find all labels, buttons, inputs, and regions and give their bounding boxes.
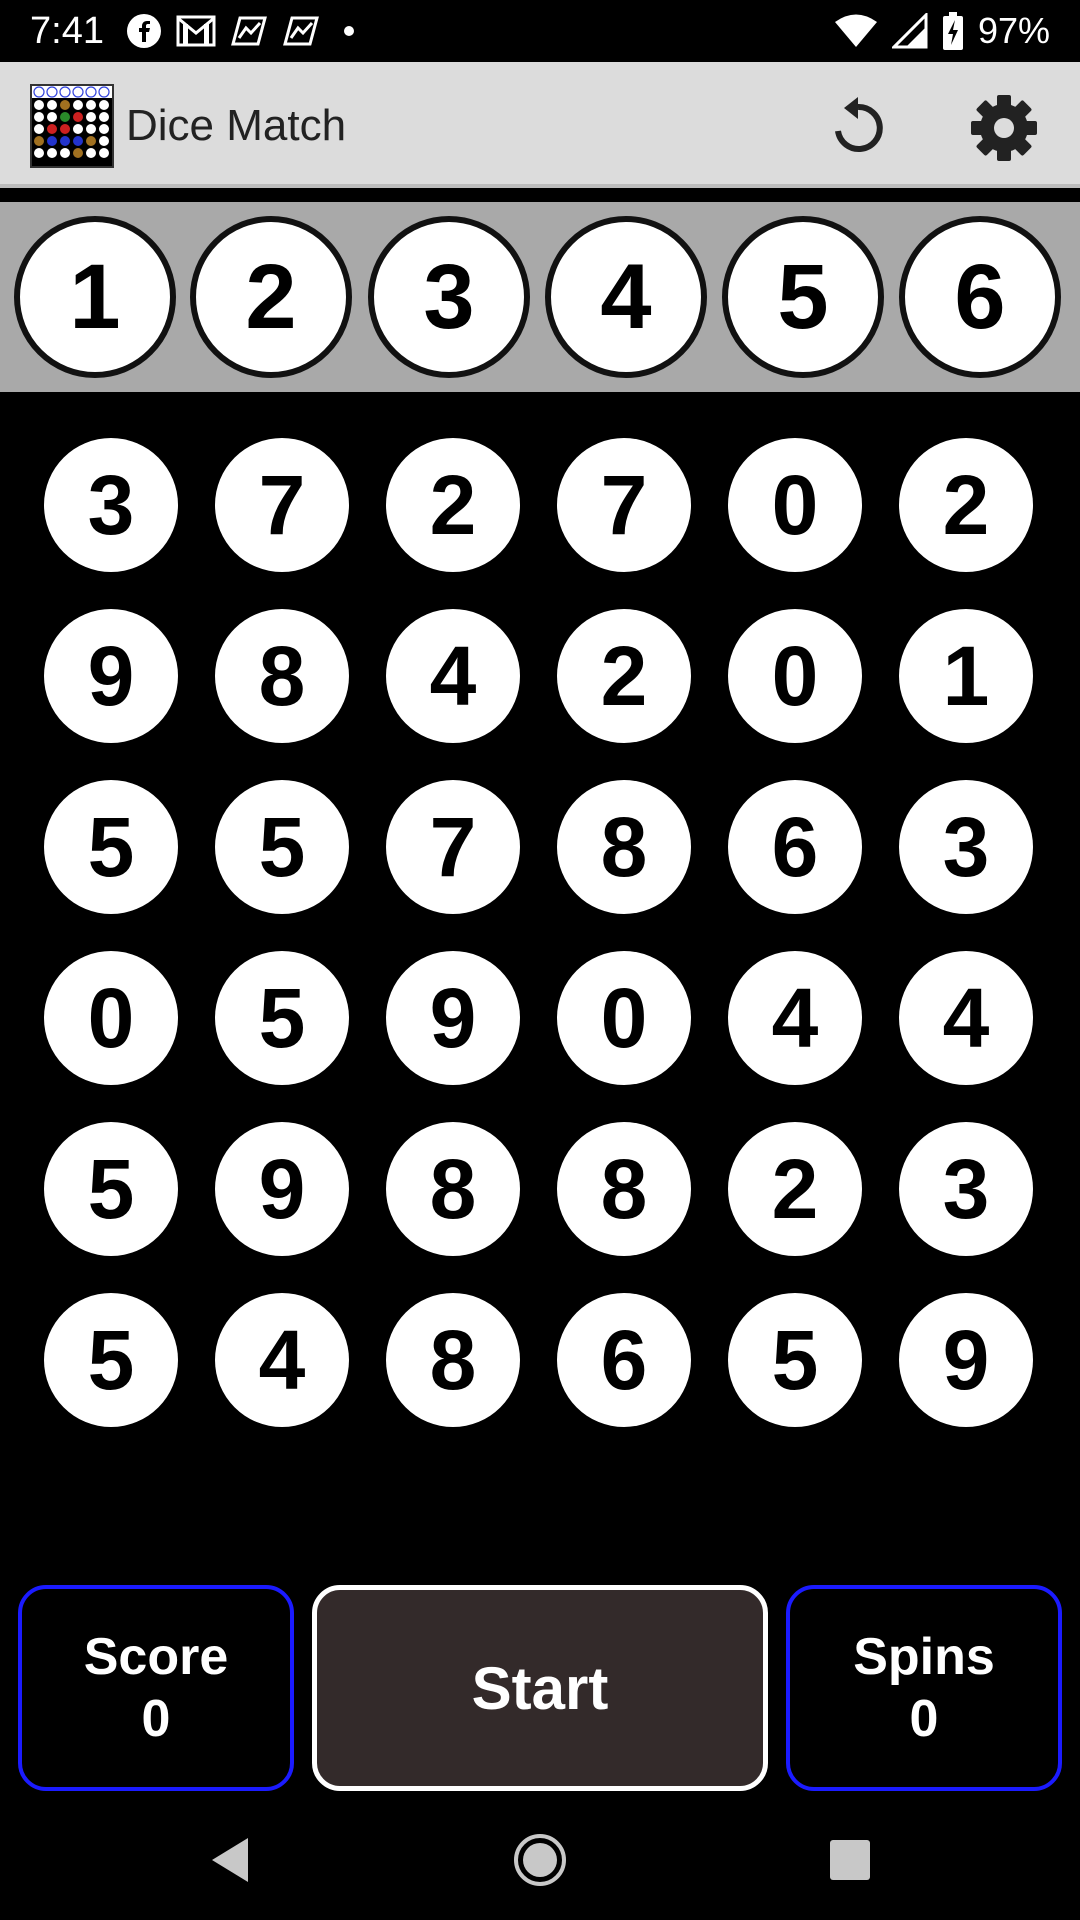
back-icon [212,1838,248,1882]
score-value: 0 [141,1690,171,1748]
trend-app-icon [283,16,319,46]
board-cell[interactable]: 7 [386,780,520,914]
dice-board: 3 7 2 7 0 2 9 8 4 2 0 1 5 5 7 8 6 3 0 5 … [0,392,1080,1582]
spins-value: 0 [909,1690,939,1748]
board-cell[interactable]: 8 [557,780,691,914]
home-icon [514,1834,566,1886]
board-cell[interactable]: 8 [557,1122,691,1256]
board-cell[interactable]: 0 [728,609,862,743]
recents-icon [830,1840,870,1880]
score-panel: Score 0 [18,1585,294,1791]
target-dice-row: 1 2 3 4 5 6 [0,202,1080,392]
board-cell[interactable]: 3 [899,1122,1033,1256]
board-cell[interactable]: 5 [44,1122,178,1256]
target-die[interactable]: 6 [899,216,1061,378]
board-cell[interactable]: 2 [728,1122,862,1256]
target-die[interactable]: 5 [722,216,884,378]
board-cell[interactable]: 2 [899,438,1033,572]
wifi-icon [834,14,877,47]
board-cell[interactable]: 5 [44,780,178,914]
board-cell[interactable]: 7 [557,438,691,572]
board-cell[interactable]: 9 [44,609,178,743]
board-cell[interactable]: 5 [44,1293,178,1427]
board-cell[interactable]: 5 [728,1293,862,1427]
back-button[interactable] [200,1830,260,1890]
board-cell[interactable]: 6 [557,1293,691,1427]
board-cell[interactable]: 9 [899,1293,1033,1427]
recents-button[interactable] [820,1830,880,1890]
board-cell[interactable]: 4 [215,1293,349,1427]
reset-button[interactable] [822,92,894,164]
target-die[interactable]: 1 [14,216,176,378]
notification-icons [126,10,364,52]
reset-icon [835,97,883,152]
board-cell[interactable]: 0 [44,951,178,1085]
board-cell[interactable]: 2 [557,609,691,743]
status-time: 7:41 [30,10,104,52]
home-button[interactable] [510,1830,570,1890]
settings-button[interactable] [968,92,1040,164]
board-cell[interactable]: 4 [386,609,520,743]
target-die[interactable]: 4 [545,216,707,378]
app-logo-icon [30,84,114,168]
score-label: Score [83,1628,229,1686]
settings-icon [971,95,1037,161]
target-die[interactable]: 2 [190,216,352,378]
board-cell[interactable]: 0 [728,438,862,572]
board-cell[interactable]: 5 [215,780,349,914]
target-die[interactable]: 3 [368,216,530,378]
spins-panel: Spins 0 [786,1585,1062,1791]
board-cell[interactable]: 4 [899,951,1033,1085]
board-cell[interactable]: 4 [728,951,862,1085]
navigation-bar [0,1800,1080,1920]
facebook-icon [127,14,161,48]
screen: 7:41 97% Dice Match 1 2 3 4 5 6 3 7 2 7 … [0,0,1080,1920]
board-cell[interactable]: 9 [215,1122,349,1256]
divider [0,188,1080,202]
dot-icon [344,26,354,36]
status-bar: 7:41 97% [0,0,1080,62]
start-button[interactable]: Start [312,1585,768,1791]
board-cell[interactable]: 1 [899,609,1033,743]
board-cell[interactable]: 6 [728,780,862,914]
system-icons: 97% [834,8,1050,54]
board-cell[interactable]: 9 [386,951,520,1085]
board-cell[interactable]: 7 [215,438,349,572]
battery-percent: 97% [977,10,1050,51]
board-cell[interactable]: 5 [215,951,349,1085]
dice-grid-logo-icon [32,86,112,166]
board-cell[interactable]: 3 [899,780,1033,914]
app-title: Dice Match [126,101,347,150]
board-cell[interactable]: 8 [386,1122,520,1256]
battery-charging-icon [942,12,963,50]
cell-signal-icon [891,13,928,49]
app-bar: Dice Match [0,62,1080,188]
board-cell[interactable]: 0 [557,951,691,1085]
board-cell[interactable]: 3 [44,438,178,572]
board-cell[interactable]: 8 [386,1293,520,1427]
trend-app-icon [231,16,267,46]
board-cell[interactable]: 8 [215,609,349,743]
gmail-icon [176,15,216,47]
board-cell[interactable]: 2 [386,438,520,572]
spins-label: Spins [853,1628,995,1686]
